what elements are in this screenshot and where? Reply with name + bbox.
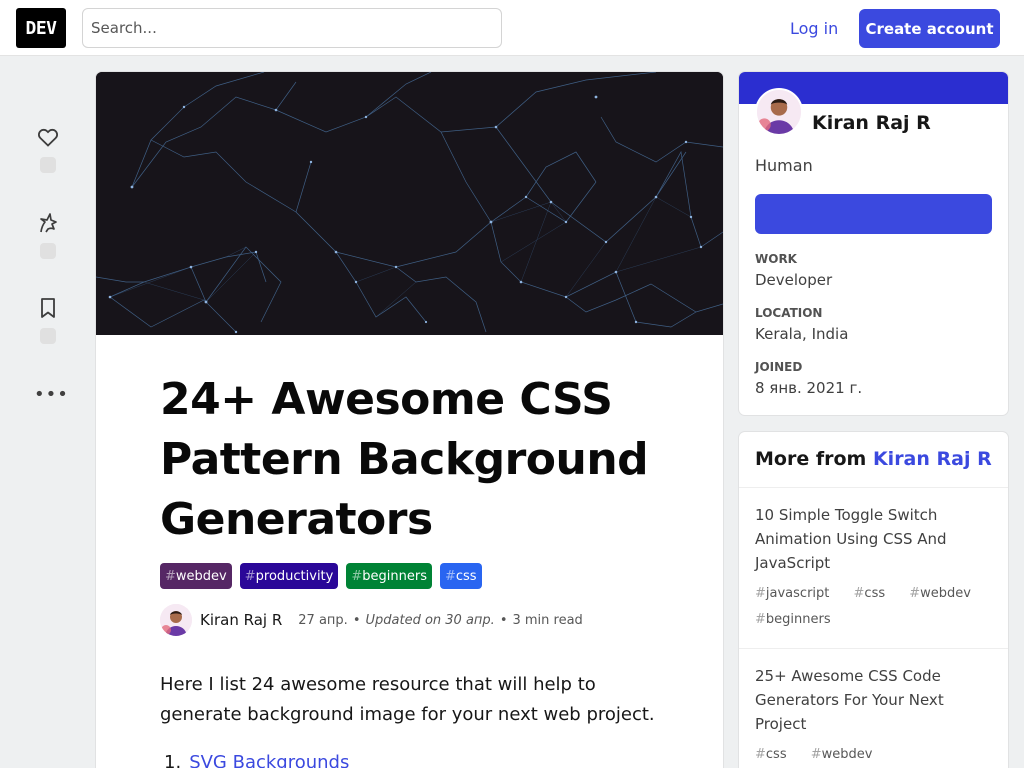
- article-card: 24+ Awesome CSS Pattern Background Gener…: [96, 72, 723, 768]
- list-item: 1. SVG Backgrounds: [164, 752, 349, 768]
- read-time: 3 min read: [512, 612, 583, 628]
- published-date: 27 апр.: [298, 612, 348, 628]
- bookmark-count: [40, 328, 56, 344]
- heart-icon: [38, 128, 58, 147]
- author-meta: Kiran Raj R 27 апр. • Updated on 30 апр.…: [160, 604, 583, 636]
- article-intro: Here I list 24 awesome resource that wil…: [160, 674, 655, 725]
- more-article-title[interactable]: 10 Simple Toggle Switch Animation Using …: [755, 503, 992, 575]
- profile-avatar[interactable]: [755, 88, 803, 136]
- tag-link[interactable]: #javascript: [755, 586, 839, 601]
- joined-value: 8 янв. 2021 г.: [755, 379, 863, 397]
- dev-logo[interactable]: DEV: [16, 8, 66, 48]
- list-number: 1.: [164, 752, 182, 768]
- tag-link[interactable]: #css: [854, 586, 896, 601]
- location-value: Kerala, India: [755, 325, 849, 343]
- more-from-card: More from Kiran Raj R 10 Simple Toggle S…: [739, 432, 1008, 768]
- like-reaction[interactable]: [28, 125, 68, 173]
- updated-date: Updated on 30 апр.: [365, 612, 495, 628]
- tag-productivity[interactable]: # productivity: [239, 563, 339, 589]
- more-article-tags: #javascript #css #webdev #beginners: [755, 581, 992, 633]
- tag-link[interactable]: #css: [755, 747, 797, 762]
- author-avatar[interactable]: [160, 604, 192, 636]
- location-label: LOCATION: [755, 306, 823, 320]
- more-article-tags: #css #webdev #codenewbie #beginners: [755, 742, 992, 768]
- follow-button[interactable]: [755, 194, 992, 234]
- tag-link[interactable]: #webdev: [909, 586, 981, 601]
- list-item[interactable]: 10 Simple Toggle Switch Animation Using …: [739, 488, 1008, 649]
- tag-list: # webdev # productivity # beginners # css: [160, 563, 482, 589]
- more-from-heading: More from Kiran Raj R: [739, 432, 1008, 488]
- more-from-author-link[interactable]: Kiran Raj R: [873, 448, 992, 470]
- work-label: WORK: [755, 252, 797, 266]
- profile-name[interactable]: Kiran Raj R: [812, 112, 931, 134]
- meta-separator: •: [352, 612, 361, 628]
- meta-separator: •: [499, 612, 508, 628]
- unicorn-icon: [40, 213, 57, 233]
- top-navbar: DEV Log in Create account: [0, 0, 1024, 56]
- tag-link[interactable]: #beginners: [755, 612, 841, 627]
- bookmark-reaction[interactable]: [28, 296, 68, 344]
- article-title: 24+ Awesome CSS Pattern Background Gener…: [160, 374, 649, 545]
- bookmark-icon: [41, 298, 55, 318]
- unicorn-count: [40, 243, 56, 259]
- author-profile-card: Kiran Raj R Human WORK Developer LOCATIO…: [739, 72, 1008, 415]
- author-name[interactable]: Kiran Raj R: [200, 611, 282, 629]
- tag-link[interactable]: #webdev: [811, 747, 883, 762]
- tag-webdev[interactable]: # webdev: [160, 563, 232, 589]
- list-link[interactable]: SVG Backgrounds: [189, 752, 349, 768]
- search-input[interactable]: [82, 8, 502, 48]
- more-dots-icon[interactable]: •••: [34, 384, 69, 405]
- login-link[interactable]: Log in: [776, 9, 852, 47]
- unicorn-reaction[interactable]: [28, 211, 68, 259]
- more-article-title[interactable]: 25+ Awesome CSS Code Generators For Your…: [755, 664, 992, 736]
- tag-beginners[interactable]: # beginners: [346, 563, 432, 589]
- like-count: [40, 157, 56, 173]
- cover-image: [96, 72, 723, 335]
- joined-label: JOINED: [755, 360, 803, 374]
- profile-bio: Human: [755, 156, 813, 175]
- tag-css[interactable]: # css: [439, 563, 482, 589]
- work-value: Developer: [755, 271, 833, 289]
- create-account-button[interactable]: Create account: [859, 9, 1000, 48]
- list-item[interactable]: 25+ Awesome CSS Code Generators For Your…: [739, 649, 1008, 768]
